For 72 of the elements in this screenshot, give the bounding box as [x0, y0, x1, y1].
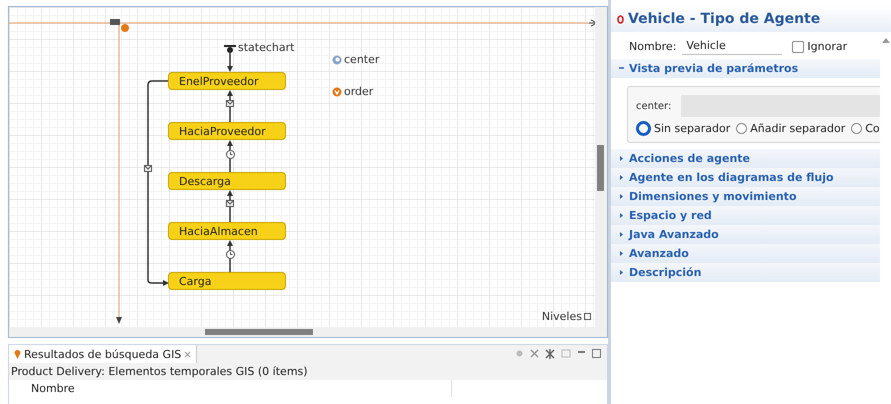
horizontal-scrollbar[interactable] — [9, 327, 607, 337]
levels-icon[interactable] — [584, 313, 591, 320]
radio-button[interactable] — [736, 123, 748, 134]
element-label: center — [344, 53, 380, 66]
section-label: Avanzado — [629, 247, 689, 260]
expand-icon — [619, 213, 624, 218]
clock-icon — [226, 250, 235, 259]
envelope-icon — [144, 165, 152, 172]
state-block[interactable]: Carga — [168, 272, 286, 290]
expand-icon — [619, 175, 624, 180]
state-block[interactable]: Descarga — [168, 172, 286, 190]
ignore-label: Ignorar — [807, 40, 848, 53]
radio-label: Sin separador — [654, 122, 730, 135]
expand-icon — [619, 156, 624, 161]
center-field[interactable] — [681, 95, 880, 117]
element-label: order — [344, 85, 374, 98]
section-header[interactable]: Espacio y red — [611, 206, 880, 225]
statechart-entry-arrow — [223, 45, 237, 72]
collapse-icon — [619, 66, 624, 71]
radio-label: Añadir separador — [750, 122, 846, 135]
section-header[interactable]: Vista previa de parámetros — [611, 59, 880, 78]
variable-icon — [332, 86, 342, 96]
name-label: Nombre: — [629, 40, 676, 53]
statechart-label: statechart — [238, 41, 294, 54]
envelope-icon — [226, 100, 234, 107]
clock-icon — [226, 150, 235, 159]
radio-button[interactable] — [636, 121, 651, 136]
expand-icon — [619, 232, 624, 237]
expand-icon — [619, 270, 624, 275]
section-label: Espacio y red — [629, 209, 712, 222]
state-block[interactable]: EnelProveedor — [168, 72, 286, 90]
maximize-icon[interactable] — [592, 349, 601, 358]
section-label: Java Avanzado — [629, 228, 719, 241]
envelope-icon — [226, 200, 234, 207]
transition-arrow — [226, 90, 234, 122]
section-header[interactable]: Acciones de agente — [611, 149, 880, 168]
vertical-scrollbar[interactable] — [595, 7, 607, 327]
panel-title: Vehicle - Tipo de Agente — [628, 11, 820, 27]
parameter-icon — [332, 54, 342, 64]
section-label: Acciones de agente — [629, 152, 750, 165]
section-header[interactable]: Agente en los diagramas de flujo — [611, 168, 880, 187]
pin-icon — [14, 349, 21, 359]
expand-icon — [619, 251, 624, 256]
close-icon[interactable] — [184, 350, 192, 358]
scroll-up-icon[interactable] — [882, 38, 890, 43]
results-tab[interactable]: Resultados de búsqueda GIS — [9, 345, 198, 363]
section-label: Dimensiones y movimiento — [629, 190, 796, 203]
section-label: Descripción — [629, 266, 702, 279]
name-input-field[interactable]: Vehicle — [682, 38, 782, 55]
levels-label[interactable]: Niveles — [542, 310, 582, 323]
radio-button[interactable] — [851, 123, 862, 134]
tab-label: Resultados de búsqueda GIS — [24, 348, 182, 360]
transition-arrow — [226, 140, 234, 172]
state-block[interactable]: HaciaProveedor — [168, 122, 286, 140]
section-label: Vista previa de parámetros — [629, 62, 798, 75]
radio-label: Co — [865, 122, 880, 135]
section-header[interactable]: Dimensiones y movimiento — [611, 187, 880, 206]
toolbar-icon[interactable] — [545, 349, 555, 359]
state-block[interactable]: HaciaAlmacen — [168, 222, 286, 240]
field-label: center: — [636, 100, 672, 112]
expand-icon — [619, 194, 624, 199]
results-summary: Product Delivery: Elementos temporales GIS (0 ítems) — [9, 363, 607, 380]
error-icon — [617, 14, 624, 24]
remove-icon[interactable] — [530, 349, 539, 358]
section-label: Agente en los diagramas de flujo — [629, 171, 834, 184]
column-header[interactable]: Nombre — [9, 380, 452, 397]
transition-arrow — [226, 240, 234, 272]
section-header[interactable]: Avanzado — [611, 244, 880, 263]
transition-arrow — [226, 190, 234, 222]
ignore-checkbox[interactable] — [792, 40, 804, 52]
section-header[interactable]: Descripción — [611, 263, 880, 282]
section-header[interactable]: Java Avanzado — [611, 225, 880, 244]
